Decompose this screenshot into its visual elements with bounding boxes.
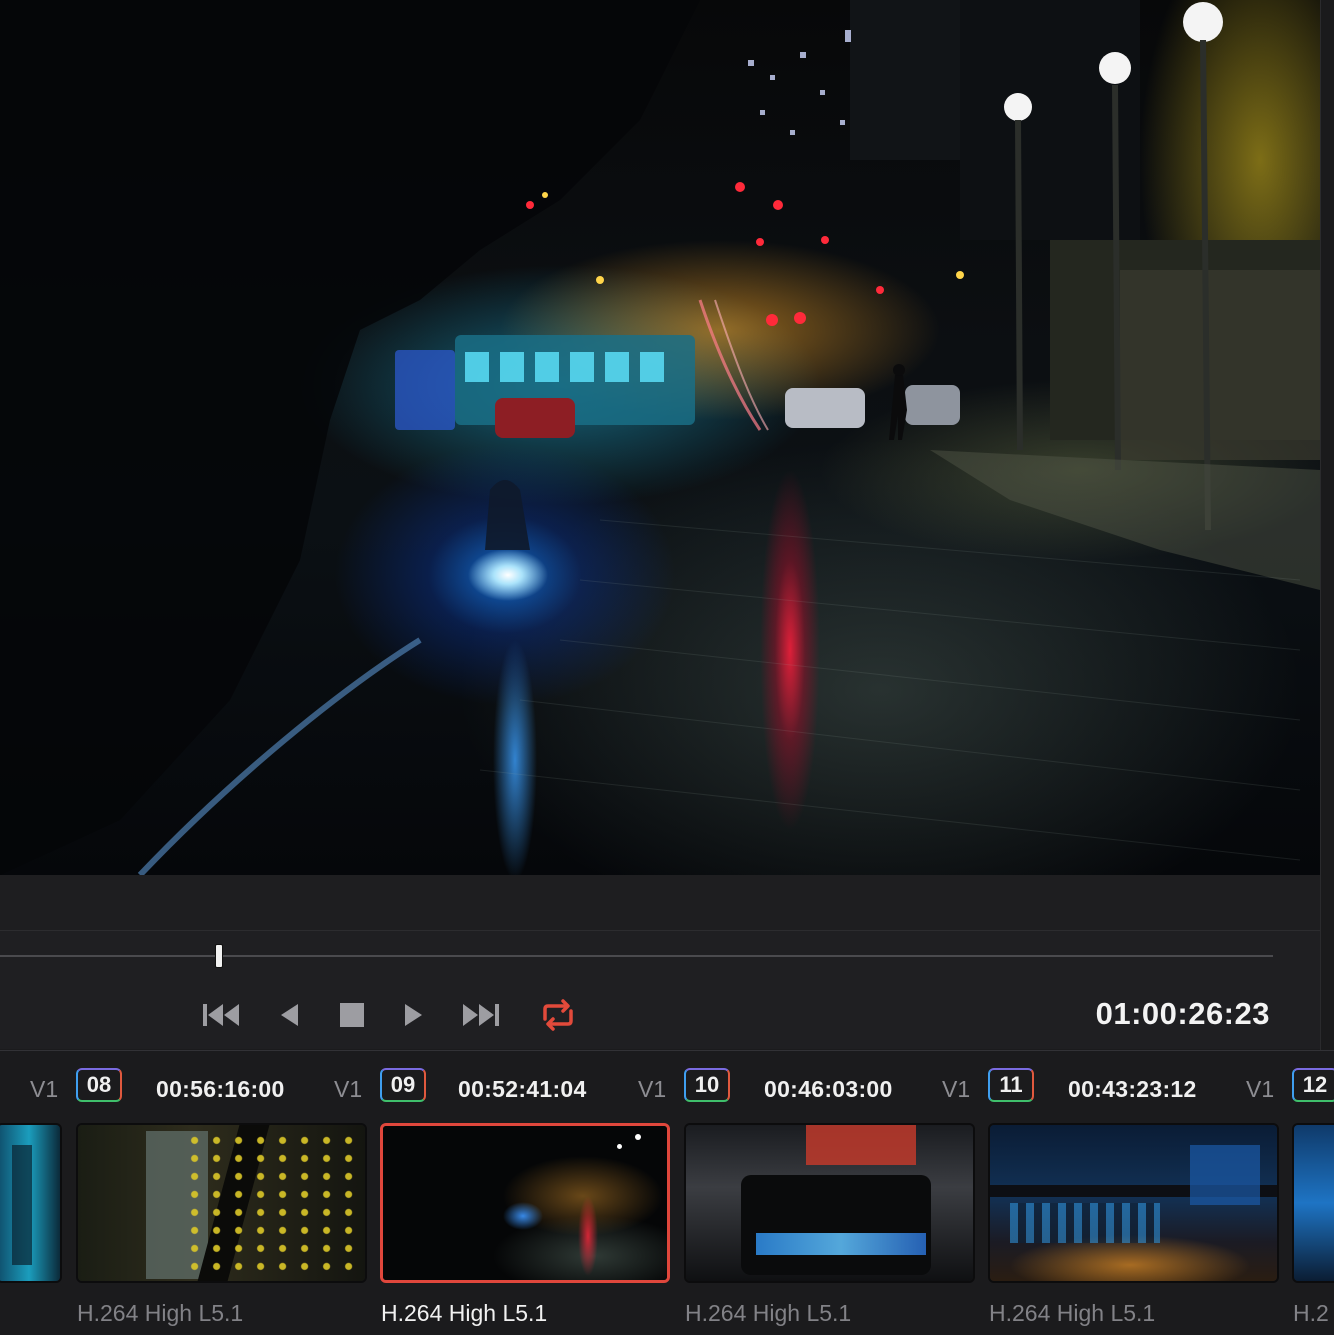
viewer-image [0,0,1320,875]
clip-timecode: 00:52:41:04 [458,1076,587,1102]
clip-thumbnail-partial[interactable] [1292,1123,1334,1283]
panel-divider[interactable] [1320,0,1334,1050]
go-to-end-button[interactable] [458,997,502,1033]
play-reverse-button[interactable] [267,997,311,1033]
clip-timecode: 00:56:16:00 [156,1076,285,1102]
loop-icon [543,999,573,1031]
clip-track-label: V1 [942,1076,971,1102]
clip-number-badge: 12 [1292,1068,1334,1102]
clip-codec-label: H.2 [1293,1300,1329,1326]
clip-track-label: V1 [334,1076,363,1102]
clip-thumbnail-strip: V1 08 00:56:16:00 H.264 High L5.1 V1 09 … [0,1050,1334,1335]
stop-button[interactable] [330,997,374,1033]
play-button[interactable] [392,997,436,1033]
play-icon [405,1004,422,1026]
clip-track-label: V1 [638,1076,667,1102]
clip-codec-label: H.264 High L5.1 [77,1300,244,1326]
clip-number-badge: 10 [684,1068,730,1102]
loop-button[interactable] [536,997,580,1033]
skip-to-start-icon [203,1004,239,1026]
clip-timecode: 00:43:23:12 [1068,1076,1197,1102]
clip-codec-label: H.264 High L5.1 [989,1300,1156,1326]
clip-number-badge: 08 [76,1068,122,1102]
record-timecode: 01:00:26:23 [1095,996,1270,1031]
go-to-start-button[interactable] [200,997,244,1033]
scrubber-track[interactable] [0,955,1273,957]
viewer-frame [0,0,1320,875]
scrubber-playhead[interactable] [216,945,222,967]
clip-codec-label: H.264 High L5.1 [381,1300,548,1326]
play-reverse-icon [281,1004,298,1026]
clip-number-badge: 11 [988,1068,1034,1102]
clip-codec-label: H.264 High L5.1 [685,1300,852,1326]
clip-timecode: 00:46:03:00 [764,1076,893,1102]
viewer-letterbox [0,875,1320,931]
clip-track-label: V1 [1246,1076,1275,1102]
clip-track-label: V1 [30,1076,59,1102]
transport-bar: 01:00:26:23 [0,930,1320,1049]
skip-to-end-icon [463,1004,499,1026]
stop-icon [340,1003,364,1027]
clip-number-badge: 09 [380,1068,426,1102]
